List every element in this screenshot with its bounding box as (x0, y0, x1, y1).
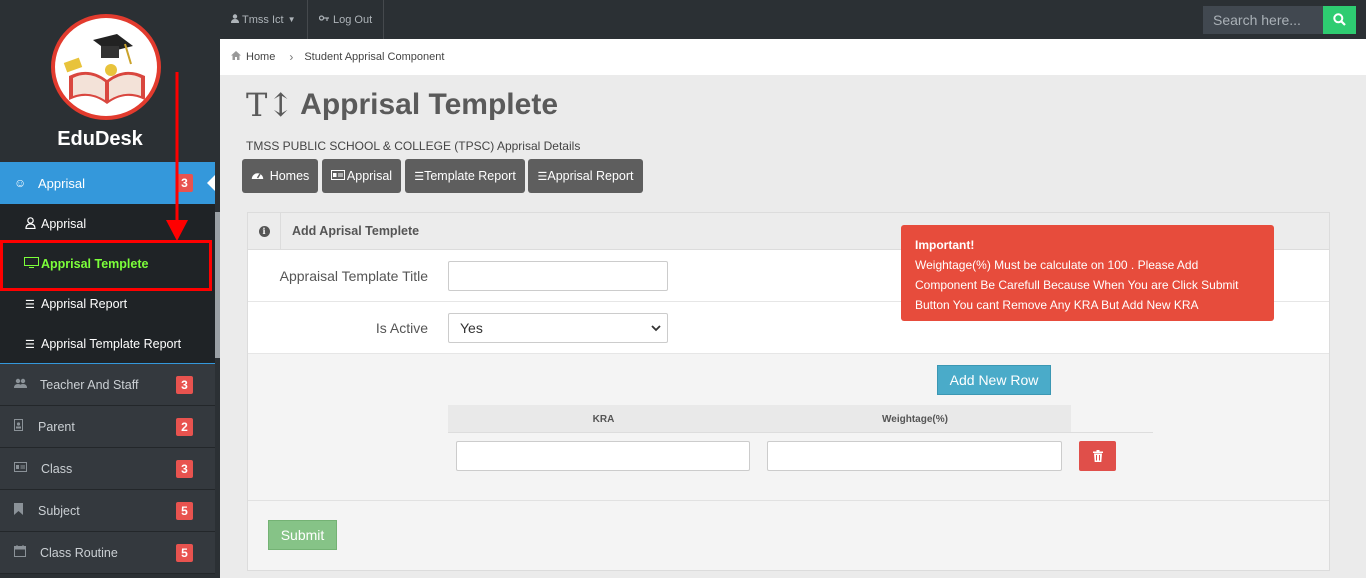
annotation-arrow (166, 72, 188, 241)
